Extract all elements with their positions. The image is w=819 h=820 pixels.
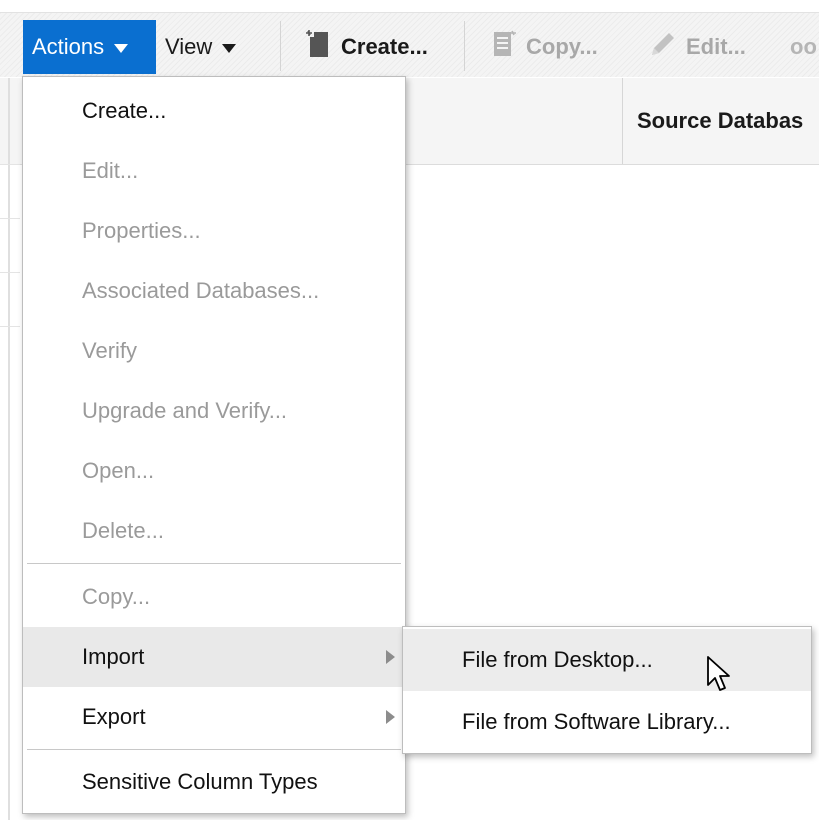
copy-document-icon [490, 29, 518, 65]
menu-item-label: Open... [82, 458, 155, 483]
menu-item-create[interactable]: Create... [23, 81, 405, 141]
menu-item-upgrade-and-verify: Upgrade and Verify... [23, 381, 405, 441]
row-divider [0, 326, 20, 327]
menu-item-label: Verify [82, 338, 138, 363]
new-document-icon [305, 29, 333, 65]
row-divider [0, 272, 20, 273]
menu-item-delete: Delete... [23, 501, 405, 561]
menu-item-sensitive-column-types[interactable]: Sensitive Column Types [23, 752, 405, 812]
submenu-item-label: File from Desktop... [462, 647, 653, 672]
actions-label: Actions [32, 34, 105, 59]
create-button[interactable]: Create... [305, 20, 428, 74]
menu-item-open: Open... [23, 441, 405, 501]
toolbar-separator [464, 21, 465, 71]
column-header-source-database[interactable]: Source Databas [637, 108, 803, 134]
submenu-arrow-icon [386, 650, 395, 664]
mouse-pointer-icon [706, 655, 732, 699]
menu-separator [27, 563, 401, 564]
menu-item-label: Delete... [82, 518, 164, 543]
table-left-border [8, 78, 10, 820]
submenu-arrow-icon [386, 710, 395, 724]
view-label: View [165, 34, 213, 59]
more-actions-button[interactable]: oo [790, 20, 817, 74]
menu-item-label: Import [82, 644, 145, 669]
pencil-icon [648, 29, 678, 65]
menu-item-label: Copy... [82, 584, 151, 609]
chevron-down-icon [114, 44, 129, 53]
menu-item-copy: Copy... [23, 567, 405, 627]
edit-button[interactable]: Edit... [648, 20, 746, 74]
actions-dropdown-menu: Create... Edit... Properties... Associat… [22, 76, 406, 814]
actions-menu-button[interactable]: Actions [23, 20, 156, 74]
toolbar-separator [280, 21, 281, 71]
copy-label: Copy... [526, 34, 598, 59]
menu-item-label: Edit... [82, 158, 139, 183]
menu-item-import[interactable]: Import [23, 627, 405, 687]
column-divider [622, 78, 623, 164]
submenu-item-label: File from Software Library... [462, 709, 731, 734]
menu-item-label: Sensitive Column Types [82, 769, 318, 794]
submenu-item-file-from-desktop[interactable]: File from Desktop... [403, 629, 811, 691]
menu-item-properties: Properties... [23, 201, 405, 261]
menu-item-label: Associated Databases... [82, 278, 320, 303]
view-menu-button[interactable]: View [165, 20, 237, 74]
create-label: Create... [341, 34, 428, 59]
menu-item-label: Upgrade and Verify... [82, 398, 288, 423]
edit-label: Edit... [686, 34, 746, 59]
menu-item-label: Properties... [82, 218, 201, 243]
row-divider [0, 164, 20, 165]
menu-item-edit: Edit... [23, 141, 405, 201]
menu-item-associated-databases: Associated Databases... [23, 261, 405, 321]
menu-item-label: Create... [82, 98, 167, 123]
submenu-item-file-from-software-library[interactable]: File from Software Library... [403, 691, 811, 753]
copy-button[interactable]: Copy... [490, 20, 598, 74]
glasses-icon: oo [790, 34, 817, 59]
menu-item-label: Export [82, 704, 146, 729]
row-divider [0, 218, 20, 219]
menu-item-verify: Verify [23, 321, 405, 381]
menu-item-export[interactable]: Export [23, 687, 405, 747]
menu-separator [27, 749, 401, 750]
import-submenu: File from Desktop... File from Software … [402, 626, 812, 754]
chevron-down-icon [222, 44, 237, 53]
toolbar: Actions View Create... Copy... Edit... o… [0, 12, 819, 77]
